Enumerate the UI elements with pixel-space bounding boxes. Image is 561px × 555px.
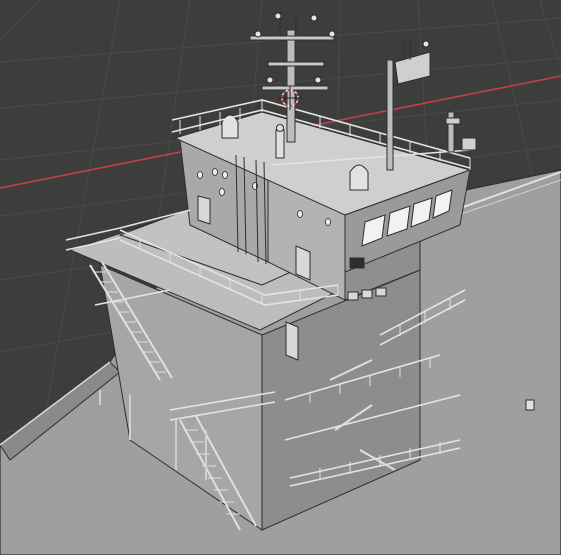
roof-fixture [275,124,285,159]
hull-marker [525,399,535,411]
viewport-canvas[interactable] [0,0,561,555]
3d-viewport[interactable] [0,0,561,555]
